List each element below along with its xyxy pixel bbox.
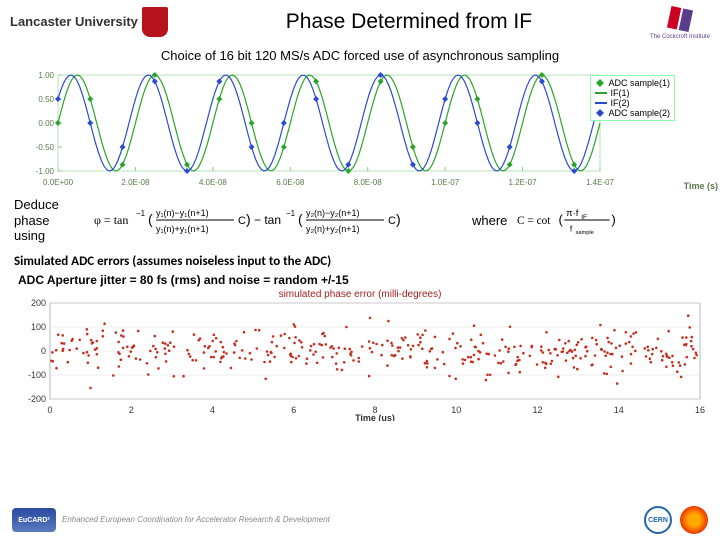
- svg-text:(: (: [559, 212, 564, 227]
- ci-name: The Cockcroft Institute: [650, 34, 710, 40]
- svg-text:y₁(n)−y₁(n+1): y₁(n)−y₁(n+1): [156, 208, 209, 218]
- c-formula: C = cot ( π·f IF f sample ): [517, 203, 621, 237]
- chart1-xlabel: Time (s): [684, 181, 718, 191]
- svg-text:200: 200: [31, 298, 46, 308]
- svg-text:-200: -200: [28, 394, 46, 404]
- header: Lancaster University Phase Determined fr…: [0, 0, 720, 44]
- svg-text:8.0E-08: 8.0E-08: [354, 178, 383, 187]
- where-label: where: [472, 213, 507, 228]
- clic-logo-icon: [680, 506, 708, 534]
- svg-text:2.0E-08: 2.0E-08: [121, 178, 150, 187]
- legend-item: IF(1): [595, 88, 670, 98]
- svg-text:f: f: [570, 224, 573, 234]
- svg-text:C: C: [238, 215, 246, 227]
- svg-text:φ = tan: φ = tan: [94, 213, 128, 227]
- svg-text:−1: −1: [136, 209, 146, 218]
- slide-title: Phase Determined from IF: [168, 10, 650, 34]
- subtitle: Choice of 16 bit 120 MS/s ADC forced use…: [0, 48, 720, 63]
- svg-text:π·f: π·f: [567, 209, 580, 220]
- cern-logo-icon: CERN: [644, 506, 672, 534]
- svg-text:y₂(n)−y₂(n+1): y₂(n)−y₂(n+1): [306, 208, 360, 218]
- svg-text:1.2E-07: 1.2E-07: [509, 178, 538, 187]
- svg-text:0: 0: [41, 346, 46, 356]
- deduce-label: Deduce phase using: [14, 197, 84, 244]
- svg-text:12: 12: [532, 405, 542, 415]
- svg-text:0.50: 0.50: [38, 95, 54, 104]
- svg-text:): ): [246, 211, 251, 227]
- chart2-title: simulated phase error (milli-degrees): [279, 289, 442, 300]
- sim-errors-title: Simulated ADC errors (assumes noiseless …: [0, 252, 720, 271]
- svg-text:4.0E-08: 4.0E-08: [199, 178, 228, 187]
- eucard-tagline: Enhanced European Coordination for Accel…: [62, 516, 330, 525]
- svg-text:0.0E+00: 0.0E+00: [43, 178, 74, 187]
- svg-text:−1: −1: [286, 209, 296, 218]
- svg-text:(: (: [298, 211, 303, 227]
- legend-item: ADC sample(1): [595, 78, 670, 88]
- svg-text:-100: -100: [28, 370, 46, 380]
- svg-text:6: 6: [291, 405, 296, 415]
- svg-text:16: 16: [695, 405, 705, 415]
- svg-text:(: (: [148, 211, 153, 227]
- chart1-legend: ADC sample(1)IF(1)IF(2)ADC sample(2): [590, 75, 675, 121]
- phase-error-chart: simulated phase error (milli-degrees) -2…: [0, 291, 720, 421]
- svg-text:-1.00: -1.00: [36, 167, 55, 176]
- svg-text:): ): [396, 211, 401, 227]
- svg-text:− tan: − tan: [254, 213, 281, 227]
- footer: EuCARD² Enhanced European Coordination f…: [0, 502, 720, 538]
- svg-text:): ): [612, 212, 616, 227]
- cockcroft-logo: The Cockcroft Institute: [650, 4, 710, 40]
- footer-right: CERN: [644, 506, 708, 534]
- svg-text:-0.50: -0.50: [36, 143, 55, 152]
- svg-text:100: 100: [31, 322, 46, 332]
- legend-item: IF(2): [595, 98, 670, 108]
- formula-row: Deduce phase using φ = tan −1 ( y₁(n)−y₁…: [0, 189, 720, 252]
- eucard-logo-icon: EuCARD²: [12, 508, 56, 532]
- uni-name: Lancaster University: [10, 15, 138, 29]
- svg-text:6.0E-08: 6.0E-08: [276, 178, 305, 187]
- svg-text:1.00: 1.00: [38, 71, 54, 80]
- svg-text:sample: sample: [576, 231, 594, 237]
- svg-text:0.00: 0.00: [38, 119, 54, 128]
- svg-text:2: 2: [129, 405, 134, 415]
- svg-text:0: 0: [47, 405, 52, 415]
- svg-text:1.4E-07: 1.4E-07: [586, 178, 615, 187]
- ci-icon: [665, 4, 695, 34]
- svg-text:1.0E-07: 1.0E-07: [431, 178, 460, 187]
- svg-text:Time (us): Time (us): [355, 413, 395, 421]
- svg-text:C: C: [388, 215, 396, 227]
- svg-text:10: 10: [451, 405, 461, 415]
- sine-chart: -1.00 -0.50 0.00 0.50 1.00 0.0E+00 2.0E-08 4.0E…: [0, 69, 720, 189]
- svg-text:y₂(n)+y₂(n+1): y₂(n)+y₂(n+1): [306, 224, 360, 234]
- svg-text:14: 14: [614, 405, 624, 415]
- phi-formula: φ = tan −1 ( y₁(n)−y₁(n+1) y₁(n)+y₁(n+1)…: [94, 202, 454, 238]
- legend-item: ADC sample(2): [595, 108, 670, 118]
- jitter-description: ADC Aperture jitter = 80 fs (rms) and no…: [0, 271, 720, 291]
- svg-text:C = cot: C = cot: [517, 215, 551, 227]
- shield-icon: [142, 7, 168, 37]
- svg-text:4: 4: [210, 405, 215, 415]
- eucard-block: EuCARD² Enhanced European Coordination f…: [12, 508, 330, 532]
- lancaster-logo: Lancaster University: [10, 7, 168, 37]
- svg-text:y₁(n)+y₁(n+1): y₁(n)+y₁(n+1): [156, 224, 209, 234]
